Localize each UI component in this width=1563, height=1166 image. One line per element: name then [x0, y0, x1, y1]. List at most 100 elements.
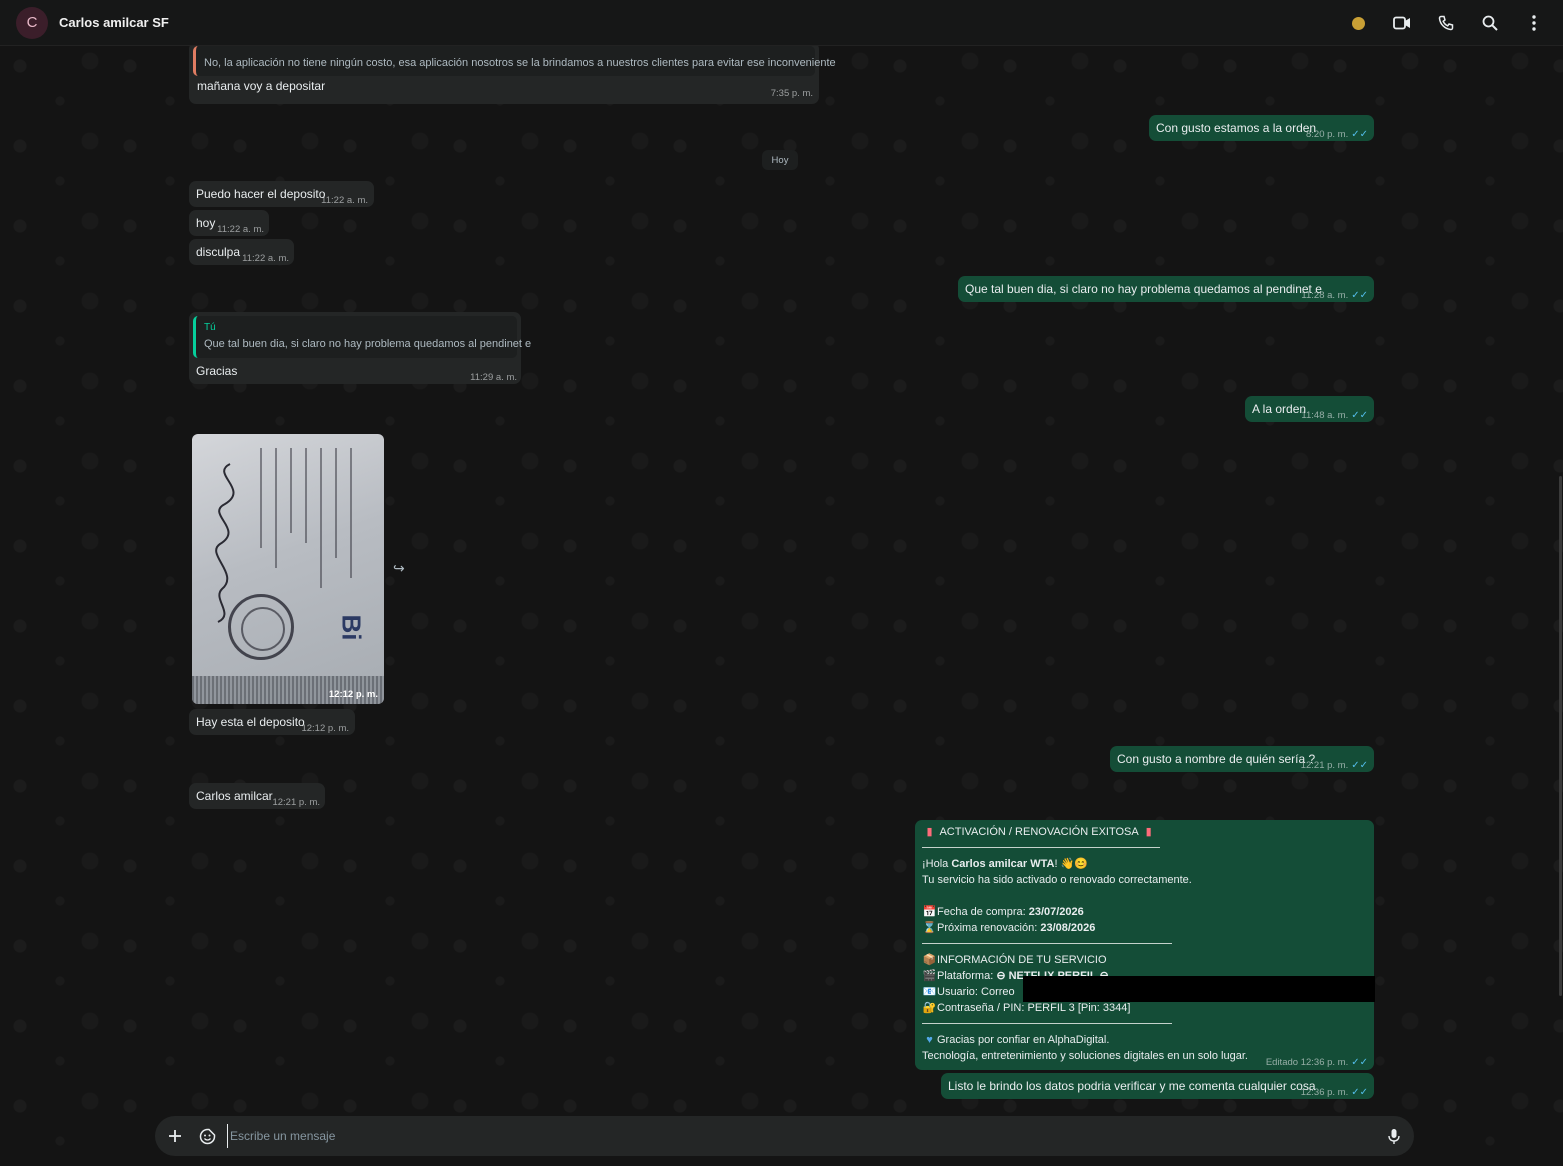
message-text: A la orden — [1252, 402, 1307, 416]
message-time: 11:48 a. m. — [1301, 410, 1349, 421]
chat-area[interactable]: No, la aplicación no tiene ningún costo,… — [0, 46, 1563, 1166]
quoted-message[interactable]: Tú Que tal buen dia, si claro no hay pro… — [193, 316, 531, 358]
voice-call-button[interactable] — [1431, 8, 1461, 38]
image-message[interactable]: Bi 12:12 p. m. — [192, 434, 384, 704]
message-incoming[interactable]: disculpa 11:22 a. m. — [189, 239, 294, 265]
quoted-text: No, la aplicación no tiene ningún costo,… — [204, 57, 836, 69]
greeting-name: Carlos amilcar WTA — [951, 858, 1055, 870]
message-incoming[interactable]: Carlos amilcar 12:21 p. m. — [189, 783, 325, 809]
attach-button[interactable] — [163, 1124, 187, 1148]
search-icon — [1482, 15, 1498, 31]
message-incoming[interactable]: hoy 11:22 a. m. — [189, 210, 269, 236]
sticker-button[interactable] — [195, 1124, 219, 1148]
message-time: 11:29 a. m. — [470, 372, 517, 383]
photo-time: 12:12 p. m. — [328, 689, 378, 700]
message-outgoing[interactable]: A la orden 11:48 a. m. ✓✓ — [1245, 396, 1374, 422]
message-outgoing[interactable]: Listo le brindo los datos podria verific… — [941, 1073, 1374, 1099]
thanks-line: ♥ Gracias por confiar en AlphaDigital. — [922, 1032, 1109, 1048]
message-incoming[interactable]: No, la aplicación no tiene ningún costo,… — [189, 46, 836, 104]
search-button[interactable] — [1475, 8, 1505, 38]
receipt-line — [350, 448, 352, 578]
renewal-line: ⌛Próxima renovación: 23/08/2026 — [922, 920, 1096, 936]
message-time: 11:22 a. m. — [321, 195, 368, 206]
message-incoming[interactable]: Puedo hacer el deposito 11:22 a. m. — [189, 181, 374, 207]
info-title: INFORMACIÓN DE TU SERVICIO — [937, 954, 1107, 966]
greeting-prefix: ¡Hola — [922, 858, 952, 870]
microphone-icon — [1388, 1128, 1400, 1144]
message-text: Con gusto a nombre de quién sería ? — [1117, 752, 1316, 766]
menu-icon — [1532, 15, 1536, 31]
avatar[interactable]: C — [16, 6, 48, 39]
heart-icon: ♥ — [926, 1034, 933, 1046]
redaction-bar — [1023, 976, 1375, 1002]
scrollbar[interactable] — [1559, 476, 1562, 996]
contact-name[interactable]: Carlos amilcar SF — [59, 15, 169, 30]
read-ticks-icon: ✓✓ — [1351, 290, 1368, 301]
message-input[interactable] — [227, 1124, 1327, 1148]
read-ticks-icon: ✓✓ — [1351, 760, 1368, 771]
read-ticks-icon: ✓✓ — [1351, 410, 1368, 421]
quoted-message[interactable]: No, la aplicación no tiene ningún costo,… — [193, 46, 836, 76]
message-time: 11:22 a. m. — [242, 253, 289, 264]
message-time: 11:22 a. m. — [217, 224, 264, 235]
receipt-line — [305, 448, 307, 543]
message-time: 7:35 p. m. — [770, 88, 813, 99]
receipt-line — [275, 448, 277, 568]
message-incoming[interactable]: Tú Que tal buen dia, si claro no hay pro… — [189, 312, 531, 384]
user-label: Usuario: Correo — [937, 986, 1015, 998]
activated-line: Tu servicio ha sido activado o renovado … — [922, 874, 1192, 886]
header-actions — [1329, 0, 1549, 46]
hourglass-icon: ⌛ — [922, 922, 937, 934]
read-ticks-icon: ✓✓ — [1351, 1087, 1368, 1098]
quoted-text: Que tal buen dia, si claro no hay proble… — [204, 338, 532, 350]
message-text: Carlos amilcar — [196, 789, 273, 803]
message-outgoing[interactable]: Que tal buen dia, si claro no hay proble… — [958, 276, 1374, 302]
renewal-date: 23/08/2026 — [1040, 922, 1096, 934]
receipt-line — [320, 448, 322, 588]
mail-icon: 📧 — [922, 986, 937, 998]
ticket-icon: ▮ — [1145, 826, 1152, 838]
calendar-icon: 📅 — [922, 906, 937, 918]
divider — [922, 943, 1172, 944]
card-title-line: ▮ ACTIVACIÓN / RENOVACIÓN EXITOSA ▮ — [922, 824, 1156, 840]
menu-button[interactable] — [1519, 8, 1549, 38]
password-line: 🔐Contraseña / PIN: PERFIL 3 [Pin: 3344] — [922, 1000, 1131, 1016]
purchase-date: 23/07/2026 — [1028, 906, 1084, 918]
message-incoming[interactable]: Hay esta el deposito 12:12 p. m. — [189, 709, 355, 735]
edited-label: Editado — [1265, 1057, 1299, 1068]
lock-icon: 🔐 — [922, 1002, 937, 1014]
message-text: mañana voy a depositar — [197, 79, 326, 93]
user-line: 📧Usuario: Correo — [922, 984, 1015, 1000]
voice-message-button[interactable] — [1382, 1124, 1406, 1148]
forward-icon[interactable]: ↪ — [393, 560, 405, 577]
status-dot-icon — [1351, 16, 1365, 30]
message-text: Con gusto estamos a la orden — [1156, 121, 1317, 135]
receipt-line — [335, 448, 337, 558]
avatar-letter: C — [26, 14, 38, 31]
message-text: Gracias — [196, 364, 238, 378]
phone-icon — [1438, 15, 1454, 31]
tagline: Tecnología, entretenimiento y soluciones… — [922, 1050, 1248, 1062]
sticker-icon — [199, 1128, 215, 1144]
divider — [922, 1023, 1172, 1024]
purchase-line: 📅Fecha de compra: 23/07/2026 — [922, 904, 1084, 920]
message-time: 12:21 p. m. — [272, 797, 320, 808]
receipt-line — [260, 448, 262, 548]
message-outgoing[interactable]: Con gusto a nombre de quién sería ? 12:2… — [1110, 746, 1374, 772]
message-text: disculpa — [196, 245, 241, 259]
message-time: 12:12 p. m. — [301, 723, 349, 734]
quoted-author: Tú — [204, 322, 216, 333]
message-text: Que tal buen dia, si claro no hay proble… — [965, 282, 1322, 296]
video-call-button[interactable] — [1387, 8, 1417, 38]
message-time: 12:36 p. m. — [1300, 1087, 1349, 1098]
message-outgoing-card[interactable]: ▮ ACTIVACIÓN / RENOVACIÓN EXITOSA ▮ ¡Hol… — [915, 820, 1374, 1070]
plus-icon — [169, 1130, 181, 1142]
clapper-icon: 🎬 — [922, 970, 937, 982]
video-icon — [1393, 16, 1410, 30]
thanks-text: Gracias por confiar en AlphaDigital. — [937, 1034, 1110, 1046]
divider — [922, 847, 1160, 848]
greeting-suffix: ! 👋😊 — [1054, 858, 1088, 870]
card-title: ACTIVACIÓN / RENOVACIÓN EXITOSA — [939, 826, 1139, 838]
message-outgoing[interactable]: Con gusto estamos a la orden 8:20 p. m. ✓… — [1149, 115, 1374, 141]
status-button[interactable] — [1343, 8, 1373, 38]
